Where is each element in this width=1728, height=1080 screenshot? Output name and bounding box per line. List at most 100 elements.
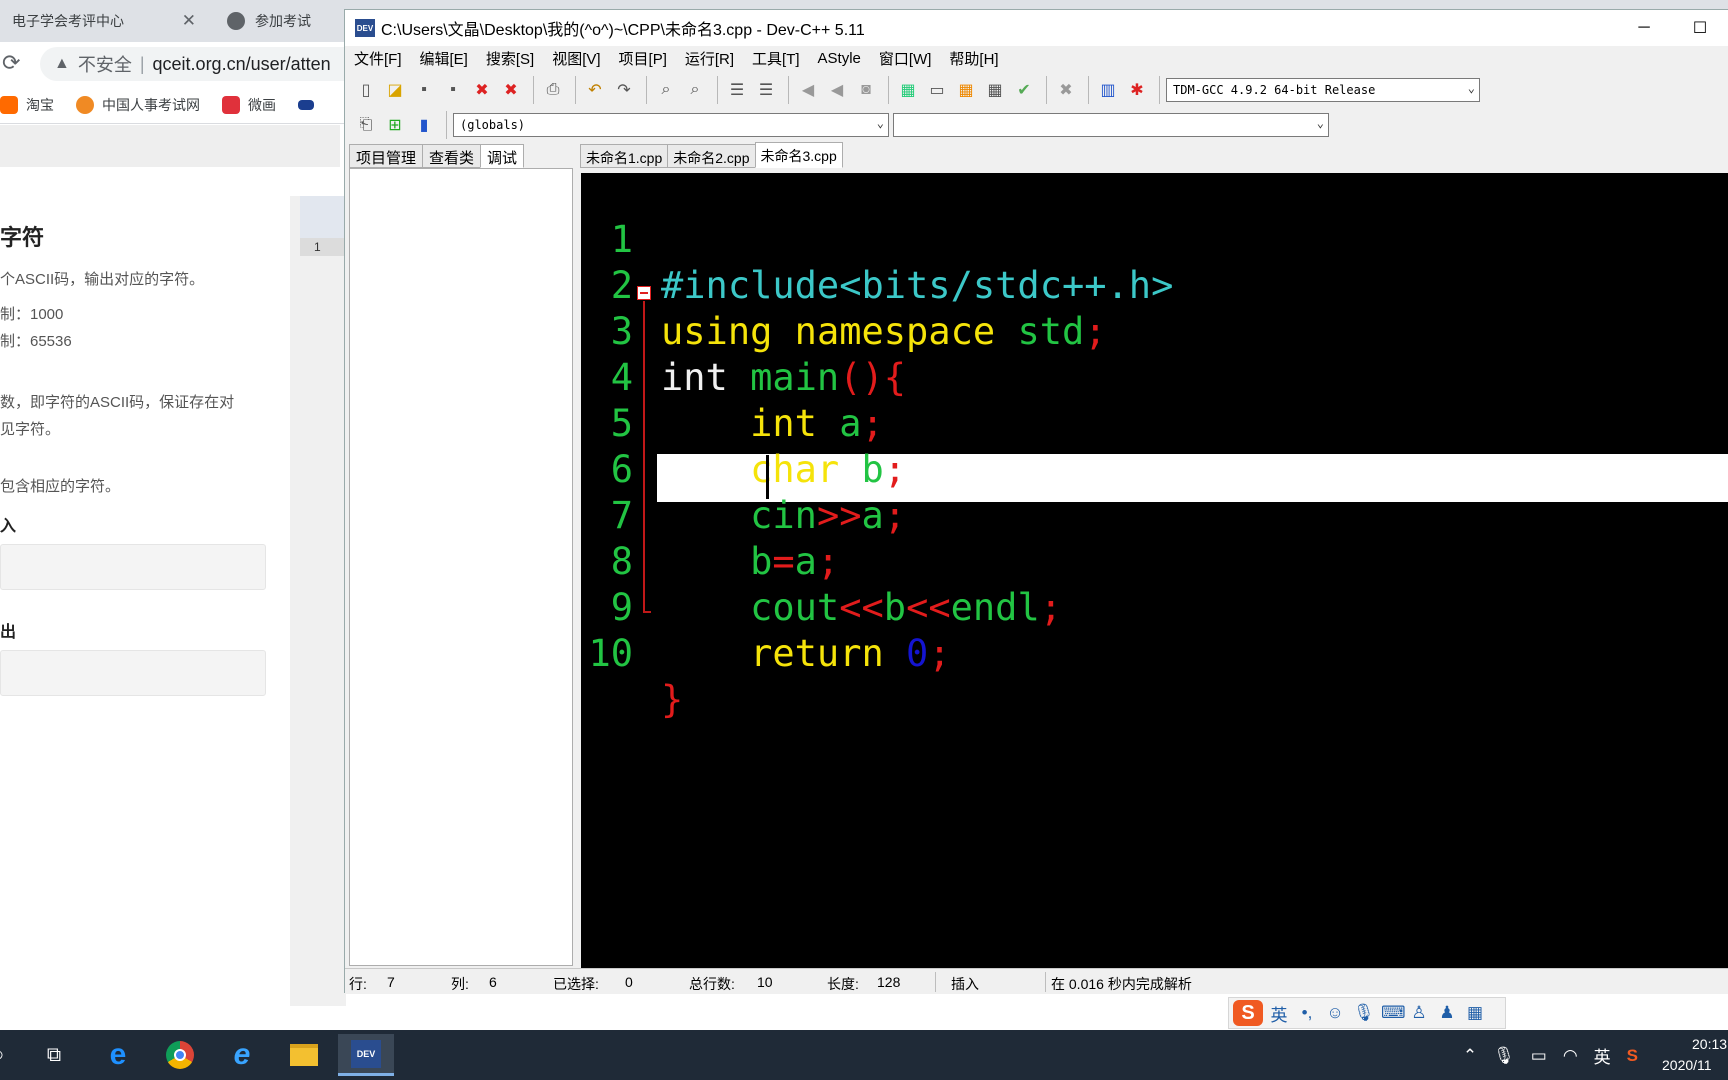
ime-lang-toggle[interactable]: 英 [1269,1001,1289,1026]
redo-icon[interactable]: ↷ [611,77,637,103]
wifi-icon[interactable]: ◠ [1563,1046,1578,1066]
sogou-tray-icon[interactable]: S [1627,1046,1638,1066]
file-tab-3[interactable]: 未命名3.cpp [754,142,843,168]
compile-run-icon[interactable]: ▦ [953,77,979,103]
undo-icon[interactable]: ↶ [582,77,608,103]
browser-tab-exam[interactable]: 参加考试 [215,0,365,42]
bookmark-nn[interactable] [298,99,322,110]
edge-icon[interactable]: e [90,1034,146,1076]
sample-output-box [0,650,266,696]
keyboard-icon[interactable]: ⌨ [1381,1003,1406,1023]
menu-file[interactable]: 文件[F] [345,48,411,69]
weihua-icon [222,95,240,114]
close-icon[interactable]: ✕ [182,11,196,31]
check-icon[interactable]: ✔ [1011,77,1037,103]
maximize-button[interactable]: ☐ [1672,10,1728,46]
menu-search[interactable]: 搜索[S] [477,48,543,69]
tab-debug[interactable]: 调试 [480,144,525,168]
system-tray: ⌃ 🎙 ▭ ◠ 英 S [1447,1043,1638,1068]
devcpp-taskbar-icon[interactable]: DEV [338,1034,394,1076]
mic-icon[interactable]: 🎙 [1353,1003,1375,1023]
toolbar-separator [533,76,534,104]
toolbar-separator [888,76,889,104]
run-icon[interactable]: ▭ [924,77,950,103]
stop-icon[interactable]: ✖ [1053,77,1079,103]
explorer-icon[interactable] [276,1034,332,1076]
menu-tools[interactable]: 工具[T] [743,48,809,69]
compile-icon[interactable]: ▦ [895,77,921,103]
rebuild-icon[interactable]: ▦ [982,77,1008,103]
insert-icon[interactable]: ⊞ [382,112,408,138]
profile-icon[interactable]: ✱ [1124,77,1150,103]
back-icon[interactable]: ◀ [795,77,821,103]
browser-tab-kaoping[interactable]: 电子学会考评中心 ✕ [0,0,210,42]
toggle-icon[interactable]: ▮ [411,112,437,138]
search-icon[interactable]: ○ [0,1034,26,1076]
tab-classes[interactable]: 查看类 [422,144,482,168]
compiler-select[interactable]: TDM-GCC 4.9.2 64-bit Release ⌄ [1166,78,1480,102]
print-icon[interactable]: ⎙ [540,77,566,103]
menu-help[interactable]: 帮助[H] [940,48,1007,69]
member-select[interactable]: ⌄ [893,113,1329,137]
bookmark-icon[interactable]: ◙ [853,77,879,103]
battery-icon[interactable]: ▭ [1531,1046,1547,1066]
menu-run[interactable]: 运行[R] [676,48,743,69]
grid-icon[interactable]: ▦ [1465,1003,1485,1023]
scope-select[interactable]: (globals) ⌄ [453,113,889,137]
find-icon[interactable]: ⌕ [653,77,679,103]
sogou-logo-icon[interactable]: S [1233,1000,1263,1026]
ie-icon[interactable]: e [214,1034,270,1076]
new-file-icon[interactable]: ▯ [353,77,379,103]
menu-window[interactable]: 窗口[W] [870,48,941,69]
code-line: 6 cin>>a; [581,401,1728,537]
forward-icon[interactable]: ◀ [824,77,850,103]
chevron-down-icon: ⌄ [876,116,884,130]
bookmark-taobao[interactable]: 淘宝 [0,95,54,115]
file-tab-2[interactable]: 未命名2.cpp [667,144,756,168]
warning-icon: ▲ [54,55,70,72]
open-file-icon[interactable]: ◪ [382,77,408,103]
menu-view[interactable]: 视图[V] [543,48,609,69]
shirt-icon[interactable]: ♟ [1437,1003,1457,1023]
tray-lang[interactable]: 英 [1594,1043,1611,1068]
mic-tray-icon[interactable]: 🎙 [1493,1046,1515,1066]
save-all-icon[interactable]: ▪ [440,77,466,103]
bookmark-label: 淘宝 [26,96,54,113]
status-sel-label: 已选择: [553,976,599,992]
time-limit: 制：1000 [0,306,64,323]
status-lines-label: 总行数: [689,976,735,992]
close-file-icon[interactable]: ✖ [469,77,495,103]
taobao-icon [0,95,18,114]
menu-bar: 文件[F] 编辑[E] 搜索[S] 视图[V] 项目[P] 运行[R] 工具[T… [345,46,1728,70]
code-token: ; [928,632,951,675]
file-tab-1[interactable]: 未命名1.cpp [580,144,669,168]
bookmark-cpta[interactable]: 中国人事考试网 [76,95,200,115]
clock[interactable]: 20:13 2020/11 [1662,1034,1727,1076]
menu-project[interactable]: 项目[P] [610,48,676,69]
code-editor[interactable]: 1 #include<bits/stdc++.h> 2 using namesp… [581,173,1728,968]
chart-icon[interactable]: ▥ [1095,77,1121,103]
goto-icon[interactable]: ⎗ [353,112,379,138]
menu-edit[interactable]: 编辑[E] [411,48,477,69]
save-icon[interactable]: ▪ [411,77,437,103]
user-icon[interactable]: ♙ [1409,1003,1429,1023]
status-row-label: 行: [349,976,367,992]
toolbar-separator [575,76,576,104]
punct-icon[interactable]: •, [1297,1003,1317,1023]
unindent-icon[interactable]: ☰ [753,77,779,103]
code-token: 0 [883,632,929,675]
minimize-button[interactable]: ─ [1616,10,1672,46]
code-line: 1 #include<bits/stdc++.h> [581,173,1728,307]
menu-astyle[interactable]: AStyle [809,50,870,67]
bookmark-weihua[interactable]: 微画 [222,95,276,115]
reload-icon[interactable]: ⟳ [2,50,20,76]
close-all-icon[interactable]: ✖ [498,77,524,103]
task-view-icon[interactable]: ⧉ [26,1034,82,1076]
chevron-up-icon[interactable]: ⌃ [1463,1046,1477,1066]
smile-icon[interactable]: ☺ [1325,1003,1345,1023]
indent-icon[interactable]: ☰ [724,77,750,103]
tab-project[interactable]: 项目管理 [349,144,424,168]
status-sel: 0 [625,974,633,990]
chrome-icon[interactable] [152,1034,208,1076]
replace-icon[interactable]: ⌕ [682,77,708,103]
